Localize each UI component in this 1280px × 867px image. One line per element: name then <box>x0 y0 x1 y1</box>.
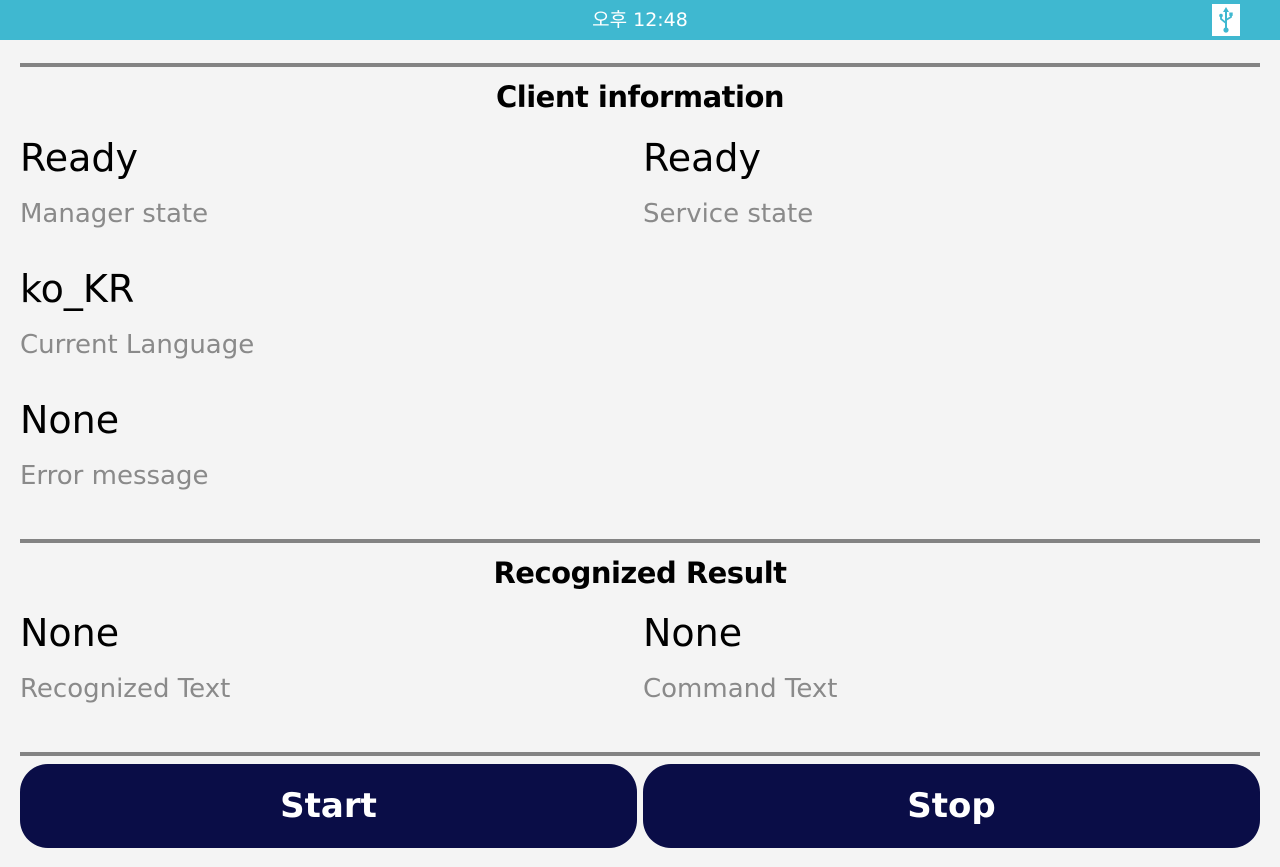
error-message-label: Error message <box>20 461 209 491</box>
start-button[interactable]: Start <box>20 764 637 848</box>
service-state-value: Ready <box>643 136 761 180</box>
stop-button[interactable]: Stop <box>643 764 1260 848</box>
client-information-title: Client information <box>495 80 785 114</box>
section-divider <box>20 539 1260 543</box>
status-time: 오후 12:48 <box>592 9 688 31</box>
section-divider <box>20 752 1260 756</box>
recognized-text-value: None <box>20 611 120 655</box>
recognized-text-label: Recognized Text <box>20 674 231 704</box>
current-language-label: Current Language <box>20 330 255 360</box>
command-text-label: Command Text <box>643 674 838 704</box>
service-state-label: Service state <box>643 199 814 229</box>
error-message-value: None <box>20 398 120 442</box>
manager-state-value: Ready <box>20 136 138 180</box>
section-divider <box>20 63 1260 67</box>
manager-state-label: Manager state <box>20 199 209 229</box>
command-text-value: None <box>643 611 743 655</box>
status-bar: 오후 12:48 <box>0 0 1280 40</box>
recognized-result-title: Recognized Result <box>493 556 787 590</box>
current-language-value: ko_KR <box>20 267 135 311</box>
usb-icon <box>1212 4 1240 36</box>
